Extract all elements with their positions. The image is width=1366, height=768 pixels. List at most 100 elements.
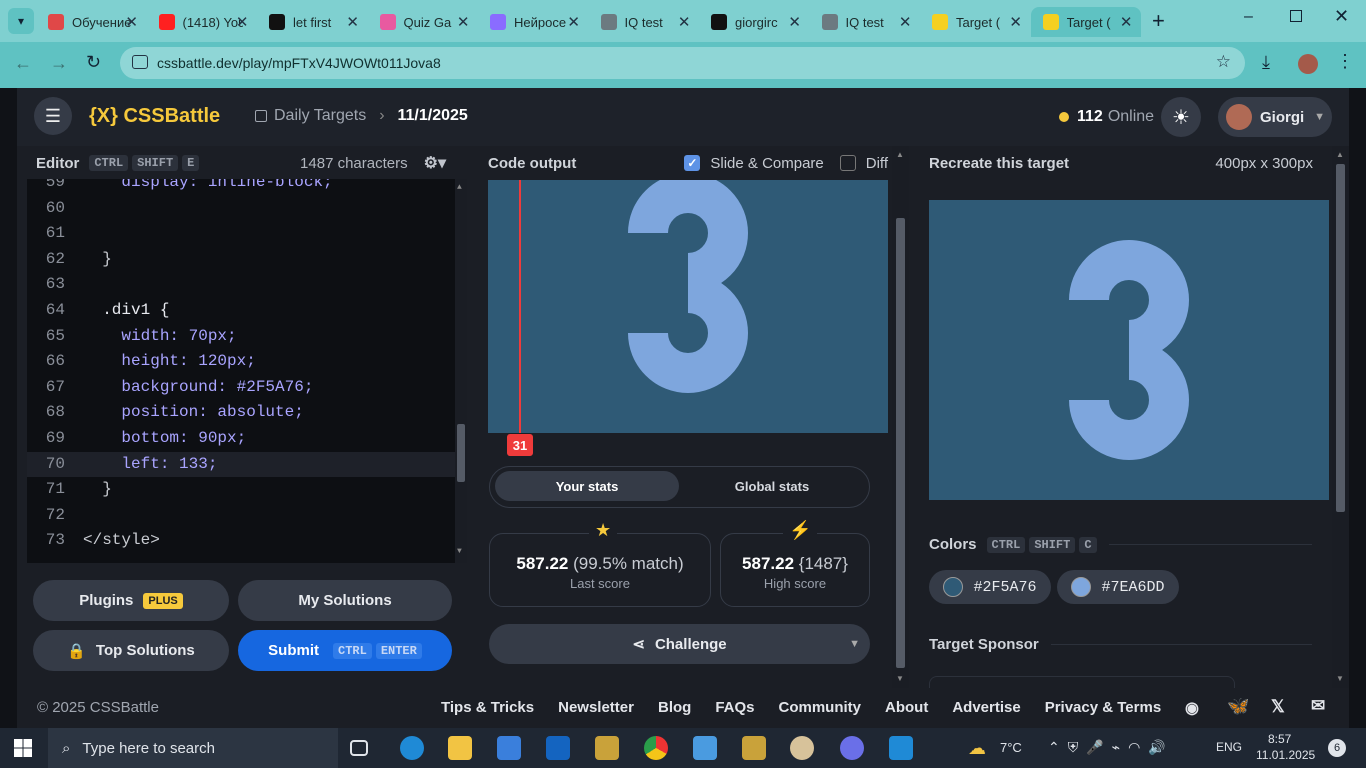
- target-scroll-up-icon[interactable]: ▲: [1336, 150, 1344, 159]
- footer-link[interactable]: About: [885, 699, 928, 716]
- code-line[interactable]: 62 }: [27, 247, 457, 272]
- footer-link[interactable]: Blog: [658, 699, 691, 716]
- editor-scrollbar[interactable]: ▲ ▼: [455, 179, 467, 563]
- outlook-icon[interactable]: [546, 736, 570, 760]
- taskbar-search[interactable]: ⌕ Type here to search: [48, 728, 338, 768]
- system-tray-icons[interactable]: ⌃⛨🎤⌁◠🔊: [1048, 739, 1174, 756]
- footer-link[interactable]: Newsletter: [558, 699, 634, 716]
- tab-close-icon[interactable]: ✕: [788, 13, 801, 31]
- code-line[interactable]: 72: [27, 503, 457, 528]
- browser-tab[interactable]: (1418) YouTube✕: [147, 7, 257, 37]
- url-field[interactable]: cssbattle.dev/play/mpFTxV4JWOWt011Jova8 …: [120, 47, 1245, 79]
- tab-close-icon[interactable]: ✕: [457, 13, 470, 31]
- tab-search-button[interactable]: ▾: [8, 8, 34, 34]
- output-preview[interactable]: [488, 180, 888, 433]
- theme-toggle-button[interactable]: ☀: [1161, 97, 1201, 137]
- footer-link[interactable]: Advertise: [952, 699, 1020, 716]
- tab-close-icon[interactable]: ✕: [899, 13, 912, 31]
- chrome-icon[interactable]: [644, 736, 668, 760]
- footer-link[interactable]: Privacy & Terms: [1045, 699, 1161, 716]
- x-twitter-icon[interactable]: 𝕏: [1271, 697, 1285, 717]
- browser-tab[interactable]: Quiz Ga ✕: [368, 7, 478, 37]
- diff-checkbox[interactable]: [839, 155, 856, 171]
- compare-slider-line[interactable]: [519, 180, 521, 433]
- code-editor[interactable]: 59 display: inline-block; 60 61 62 } 63 64 .d…: [27, 179, 467, 563]
- close-window-icon[interactable]: ✕: [1334, 6, 1349, 27]
- target-scrollbar[interactable]: ▲ ▼: [1332, 146, 1349, 688]
- target-scroll-down-icon[interactable]: ▼: [1336, 674, 1344, 683]
- browser-tab[interactable]: IQ test ✕: [589, 7, 699, 37]
- output-scroll-down-icon[interactable]: ▼: [896, 674, 904, 683]
- code-line[interactable]: 68 position: absolute;: [27, 400, 457, 425]
- code-line[interactable]: 69 bottom: 90px;: [27, 426, 457, 451]
- breadcrumb-daily-targets[interactable]: Daily Targets: [274, 107, 366, 125]
- profile-avatar[interactable]: [1298, 54, 1318, 74]
- output-scroll-up-icon[interactable]: ▲: [896, 150, 904, 159]
- maximize-icon[interactable]: [1290, 10, 1302, 22]
- notification-badge[interactable]: 6: [1328, 739, 1346, 757]
- browser-tab[interactable]: Target (✕: [920, 7, 1030, 37]
- editor-scroll-up-icon[interactable]: ▲: [457, 183, 462, 192]
- code-line[interactable]: 61: [27, 221, 457, 246]
- code-line[interactable]: 66 height: 120px;: [27, 349, 457, 374]
- hamburger-menu-button[interactable]: ☰: [34, 97, 72, 135]
- back-icon[interactable]: ←: [14, 53, 32, 74]
- clock-date[interactable]: 11.01.2025: [1256, 748, 1315, 762]
- task-view-icon[interactable]: [350, 740, 368, 756]
- tab-close-icon[interactable]: ✕: [346, 13, 359, 31]
- new-tab-icon[interactable]: +: [1152, 8, 1165, 34]
- target-scroll-thumb[interactable]: [1336, 164, 1345, 512]
- output-scrollbar[interactable]: ▲ ▼: [892, 146, 909, 688]
- slide-compare-checkbox[interactable]: ✓: [684, 155, 701, 171]
- browser-tab[interactable]: Обучение ✕: [36, 7, 146, 37]
- challenge-button[interactable]: ⋖ Challenge ▼: [489, 624, 870, 664]
- store-icon[interactable]: [497, 736, 521, 760]
- code-line[interactable]: 63: [27, 272, 457, 297]
- email-icon[interactable]: ✉: [1311, 696, 1325, 716]
- footer-link[interactable]: Tips & Tricks: [441, 699, 534, 716]
- language-indicator[interactable]: ENG: [1216, 740, 1242, 754]
- tab-close-icon[interactable]: ✕: [125, 13, 138, 31]
- tab-your-stats[interactable]: Your stats: [495, 471, 679, 501]
- download-icon[interactable]: ⤓: [1262, 52, 1270, 73]
- tab-close-icon[interactable]: ✕: [567, 13, 580, 31]
- photos-icon[interactable]: [693, 736, 717, 760]
- bookmark-star-icon[interactable]: ☆: [1216, 52, 1231, 72]
- code-line[interactable]: 59 display: inline-block;: [27, 179, 457, 195]
- weather-icon[interactable]: ☁: [968, 738, 986, 759]
- footer-link[interactable]: Community: [779, 699, 862, 716]
- forward-icon[interactable]: →: [50, 53, 68, 74]
- edge-icon[interactable]: [400, 736, 424, 760]
- code-line[interactable]: 67 background: #2F5A76;: [27, 375, 457, 400]
- code-line[interactable]: 60: [27, 196, 457, 221]
- tab-close-icon[interactable]: ✕: [678, 13, 691, 31]
- output-scroll-thumb[interactable]: [896, 218, 905, 668]
- top-solutions-button[interactable]: 🔒 Top Solutions: [33, 630, 229, 671]
- tab-close-icon[interactable]: ✕: [236, 13, 249, 31]
- app-icon[interactable]: [595, 736, 619, 760]
- plugins-button[interactable]: Plugins PLUS: [33, 580, 229, 621]
- browser-tab[interactable]: Нейросе ✕: [478, 7, 588, 37]
- color-chip-fg[interactable]: #7EA6DD: [1057, 570, 1179, 604]
- code-line[interactable]: 65 width: 70px;: [27, 324, 457, 349]
- file-explorer-icon[interactable]: [448, 736, 472, 760]
- browser-tab[interactable]: Target (✕: [1030, 7, 1141, 37]
- code-line[interactable]: 73 </style>: [27, 528, 457, 553]
- submit-button[interactable]: Submit CTRL ENTER: [238, 630, 452, 671]
- logo[interactable]: {X} CSSBattle: [89, 105, 220, 128]
- browser-tab[interactable]: IQ test ✕: [810, 7, 920, 37]
- browser-tab[interactable]: let first ✕: [257, 7, 367, 37]
- weather-temp[interactable]: 7°C: [1000, 740, 1022, 755]
- tab-global-stats[interactable]: Global stats: [680, 471, 864, 501]
- code-line[interactable]: 71 }: [27, 477, 457, 502]
- browser-tab[interactable]: giorgirc ✕: [699, 7, 809, 37]
- bluesky-icon[interactable]: 🦋: [1227, 696, 1249, 717]
- code-line[interactable]: 70 left: 133;: [27, 451, 457, 477]
- reload-icon[interactable]: ↻: [86, 52, 101, 73]
- footer-link[interactable]: FAQs: [715, 699, 754, 716]
- minimize-icon[interactable]: –: [1244, 8, 1253, 26]
- tab-close-icon[interactable]: ✕: [1120, 13, 1133, 31]
- code-line[interactable]: 64 .div1 {: [27, 298, 457, 323]
- windows-start-icon[interactable]: [14, 739, 32, 757]
- paint-icon[interactable]: [790, 736, 814, 760]
